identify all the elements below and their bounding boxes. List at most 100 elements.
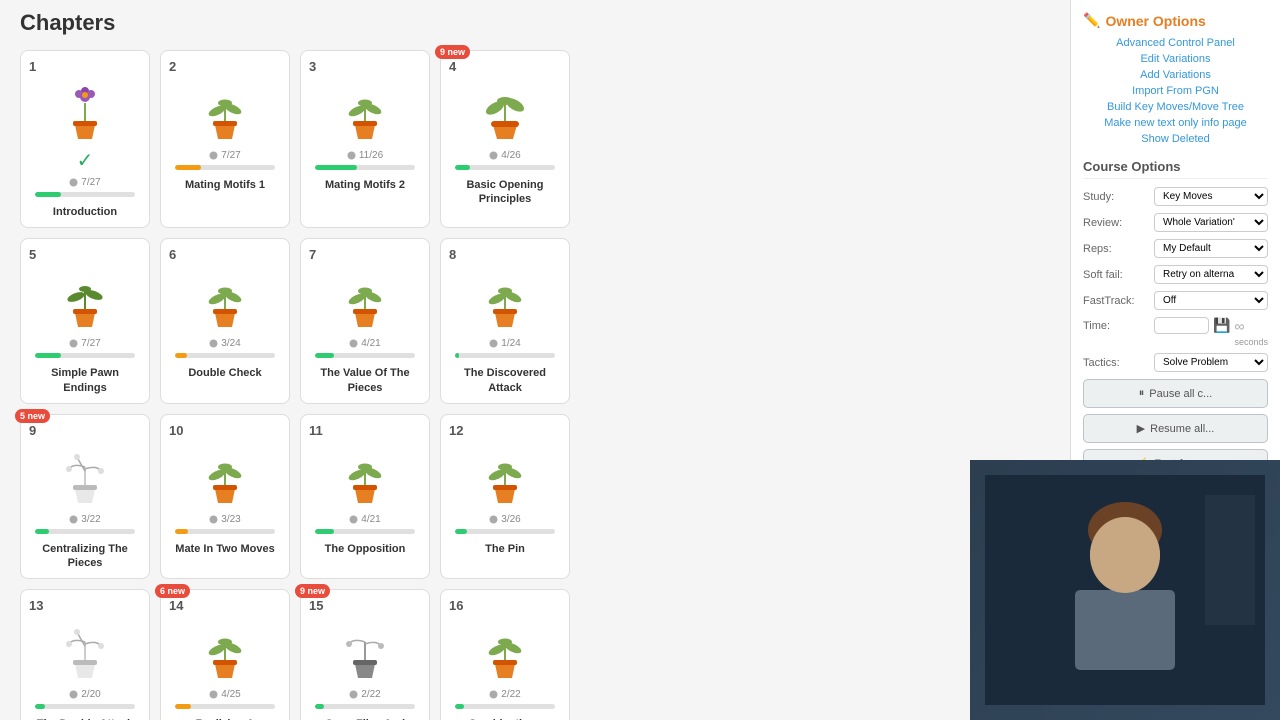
chapter-badge-14: 6 new [155, 584, 190, 598]
chapter-stats-13: 2/20 [69, 689, 100, 700]
progress-bar-container-10 [175, 529, 276, 534]
chapter-badge-15: 9 new [295, 584, 330, 598]
chapter-title-5: Simple Pawn Endings [29, 366, 141, 395]
progress-bar-container-9 [35, 529, 136, 534]
chapter-card-12[interactable]: 12 3/26 The Pin [440, 414, 570, 580]
chapter-card-9[interactable]: 5 new 9 3/22 Centralizi [20, 414, 150, 580]
chapter-number-14: 14 [169, 598, 183, 613]
time-infinite-icon[interactable]: ∞ [1234, 318, 1244, 334]
progress-bar-12 [455, 529, 467, 534]
plant-4 [475, 82, 535, 142]
tactics-row: Tactics: Solve ProblemShow Solution [1083, 353, 1268, 372]
progress-bar-8 [455, 353, 459, 358]
owner-link-3[interactable]: Import From PGN [1083, 85, 1268, 97]
chapter-card-7[interactable]: 7 4/21 The Value Of The Pieces [300, 238, 430, 404]
review-label: Review: [1083, 217, 1148, 229]
progress-bar-1 [35, 192, 61, 197]
chapters-grid: 1 ✓ 7/27 Introduction [20, 50, 1050, 720]
progress-bar-container-13 [35, 704, 136, 709]
course-options-title: Course Options [1083, 159, 1268, 179]
reps-label: Reps: [1083, 243, 1148, 255]
progress-bar-11 [315, 529, 334, 534]
owner-options-title: ✏️ Owner Options [1083, 12, 1268, 29]
progress-bar-13 [35, 704, 45, 709]
owner-link-4[interactable]: Build Key Moves/Move Tree [1083, 101, 1268, 113]
plant-2 [195, 82, 255, 142]
tactics-select[interactable]: Solve ProblemShow Solution [1154, 353, 1268, 372]
progress-bar-4 [455, 165, 470, 170]
resume-button[interactable]: ▶ Resume all... [1083, 414, 1268, 443]
chapter-stats-7: 4/21 [349, 338, 380, 349]
progress-bar-container-15 [315, 704, 416, 709]
progress-bar-container-7 [315, 353, 416, 358]
chapter-card-8[interactable]: 8 1/24 The Discovered Attack [440, 238, 570, 404]
chapter-number-5: 5 [29, 247, 36, 262]
owner-link-0[interactable]: Advanced Control Panel [1083, 37, 1268, 49]
plant-14 [195, 621, 255, 681]
chapter-title-12: The Pin [485, 542, 525, 556]
progress-bar-15 [315, 704, 324, 709]
plant-6 [195, 270, 255, 330]
chapter-title-8: The Discovered Attack [449, 366, 561, 395]
progress-bar-16 [455, 704, 464, 709]
chapter-card-16[interactable]: 16 2/22 Combinations [440, 589, 570, 720]
plant-9 [55, 446, 115, 506]
chapter-card-15[interactable]: 9 new 15 2/22 Open Files And Outposts [300, 589, 430, 720]
chapter-stats-6: 3/24 [209, 338, 240, 349]
progress-bar-14 [175, 704, 191, 709]
chapter-number-9: 9 [29, 423, 36, 438]
study-select[interactable]: Key MovesAll Moves [1154, 187, 1268, 206]
owner-link-2[interactable]: Add Variations [1083, 69, 1268, 81]
chapter-card-13[interactable]: 13 2/20 The Double Attack [20, 589, 150, 720]
chapter-card-10[interactable]: 10 3/23 Mate In Two Moves [160, 414, 290, 580]
time-label: Time: [1083, 320, 1148, 332]
chapter-number-3: 3 [309, 59, 316, 74]
chapter-number-7: 7 [309, 247, 316, 262]
plant-15 [335, 621, 395, 681]
owner-link-1[interactable]: Edit Variations [1083, 53, 1268, 65]
review-row: Review: Whole Variation'Single Move [1083, 213, 1268, 232]
chapter-badge-9: 5 new [15, 409, 50, 423]
chapter-stats-8: 1/24 [489, 338, 520, 349]
main-content: Chapters 1 ✓ 7/27 [0, 0, 1070, 720]
pause-button[interactable]: ⏸ Pause all c... [1083, 379, 1268, 408]
study-label: Study: [1083, 191, 1148, 203]
plant-7 [335, 270, 395, 330]
chapter-card-1[interactable]: 1 ✓ 7/27 Introduction [20, 50, 150, 228]
reps-select[interactable]: My Default123 [1154, 239, 1268, 258]
time-input[interactable] [1154, 317, 1209, 334]
owner-link-6[interactable]: Show Deleted [1083, 133, 1268, 145]
chapter-stats-16: 2/22 [489, 689, 520, 700]
chapter-card-5[interactable]: 5 7/27 Simple Pawn Endings [20, 238, 150, 404]
progress-bar-9 [35, 529, 49, 534]
progress-bar-container-12 [455, 529, 556, 534]
webcam-feed [970, 460, 1280, 720]
chapter-card-3[interactable]: 3 11/26 Mating Motifs 2 [300, 50, 430, 228]
time-save-icon[interactable]: 💾 [1213, 317, 1230, 334]
chapter-stats-15: 2/22 [349, 689, 380, 700]
progress-bar-container-3 [315, 165, 416, 170]
progress-bar-container-2 [175, 165, 276, 170]
chapter-card-6[interactable]: 6 3/24 Double Check [160, 238, 290, 404]
chapter-title-2: Mating Motifs 1 [185, 178, 265, 192]
chapter-stats-2: 7/27 [209, 150, 240, 161]
chapter-title-7: The Value Of The Pieces [309, 366, 421, 395]
fast-track-select[interactable]: OffOn [1154, 291, 1268, 310]
plant-16 [475, 621, 535, 681]
chapter-card-4[interactable]: 9 new 4 4/26 Basic Opening Principles [440, 50, 570, 228]
progress-bar-6 [175, 353, 187, 358]
tactics-label: Tactics: [1083, 357, 1148, 369]
chapter-title-11: The Opposition [325, 542, 406, 556]
chapter-card-2[interactable]: 2 7/27 Mating Motifs 1 [160, 50, 290, 228]
chapter-card-14[interactable]: 6 new 14 4/25 Realizing A Material... [160, 589, 290, 720]
chapter-title-4: Basic Opening Principles [449, 178, 561, 207]
soft-fail-select[interactable]: Retry on alternaNo Retry [1154, 265, 1268, 284]
chapter-card-11[interactable]: 11 4/21 The Opposition [300, 414, 430, 580]
chapter-title-1: Introduction [53, 205, 117, 219]
chapter-stats-12: 3/26 [489, 514, 520, 525]
review-select[interactable]: Whole Variation'Single Move [1154, 213, 1268, 232]
owner-link-5[interactable]: Make new text only info page [1083, 117, 1268, 129]
page-title: Chapters [20, 10, 1050, 36]
chapter-number-4: 4 [449, 59, 456, 74]
chapter-number-6: 6 [169, 247, 176, 262]
